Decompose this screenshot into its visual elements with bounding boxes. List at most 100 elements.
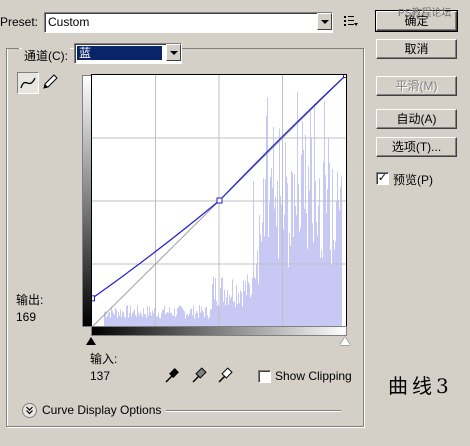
histogram-bar <box>227 289 228 327</box>
curve-control-point[interactable] <box>92 295 95 302</box>
pencil-icon[interactable] <box>41 73 59 94</box>
preset-select[interactable]: Custom <box>44 12 333 33</box>
histogram-bar <box>275 196 276 327</box>
histogram-bar <box>320 257 321 327</box>
histogram-bar <box>222 277 223 327</box>
histogram-bar <box>283 229 284 327</box>
histogram-bar <box>271 168 272 327</box>
histogram-bar <box>261 241 262 327</box>
histogram-bar <box>158 312 159 327</box>
preset-dropdown-button[interactable] <box>317 13 332 30</box>
histogram-bar <box>328 137 329 327</box>
histogram-bar <box>190 309 191 327</box>
histogram-bar <box>244 291 245 327</box>
histogram-bar <box>254 277 255 327</box>
histogram-bar <box>154 308 155 327</box>
smooth-button[interactable]: 平滑(M) <box>376 76 457 96</box>
histogram-bar <box>232 279 233 327</box>
histogram-bar <box>247 274 248 327</box>
white-point-slider[interactable] <box>340 337 350 345</box>
histogram-bar <box>236 285 237 327</box>
histogram-bar <box>152 310 153 327</box>
input-value[interactable]: 137 <box>90 369 110 383</box>
histogram-bar <box>329 162 330 327</box>
preset-options-icon[interactable] <box>344 15 358 30</box>
black-eyedropper-icon[interactable] <box>164 366 180 384</box>
histogram-bar <box>304 208 305 327</box>
histogram-bar <box>199 305 200 327</box>
histogram-bar <box>287 183 288 327</box>
curve-point-icon[interactable] <box>17 72 39 94</box>
histogram-bar <box>203 312 204 327</box>
channel-select[interactable]: 蓝 <box>74 43 182 64</box>
curve-control-point[interactable] <box>343 75 347 78</box>
histogram-bar <box>138 312 139 327</box>
histogram-bar <box>313 242 314 327</box>
histogram-bar <box>189 313 190 327</box>
white-eyedropper-icon[interactable] <box>217 366 233 384</box>
histogram-bar <box>206 306 207 327</box>
preview-checkbox[interactable]: ✓ <box>376 172 389 185</box>
watermark-top: PS教程论坛 <box>398 8 452 19</box>
channel-value: 蓝 <box>77 46 162 60</box>
histogram-bar <box>321 249 322 327</box>
histogram-bar <box>292 172 293 327</box>
histogram-bar <box>179 305 180 327</box>
histogram-bar <box>248 281 249 327</box>
histogram-bar <box>260 234 261 327</box>
expand-chevron-icon[interactable] <box>22 403 37 418</box>
histogram-bar <box>224 289 225 327</box>
histogram-bar <box>272 187 273 327</box>
histogram-bar <box>205 307 206 327</box>
histogram-bar <box>180 306 181 327</box>
caption-text: 曲线3 <box>388 374 453 398</box>
histogram-bar <box>181 306 182 327</box>
histogram-bar <box>252 277 253 327</box>
histogram-bar <box>325 175 326 327</box>
histogram-bar <box>331 264 332 327</box>
histogram-bar <box>314 103 315 327</box>
gray-eyedropper-icon[interactable] <box>191 366 207 384</box>
histogram-bar <box>225 305 226 327</box>
input-gradient-bar <box>91 326 347 336</box>
cancel-button[interactable]: 取消 <box>376 39 457 59</box>
histogram-bar <box>302 121 303 327</box>
histogram-bar <box>341 176 342 327</box>
histogram-bar <box>303 149 304 327</box>
histogram-bar <box>167 312 168 327</box>
histogram-bar <box>130 305 131 327</box>
histogram-bar <box>269 202 270 327</box>
histogram-bar <box>196 310 197 327</box>
histogram-bar <box>310 109 311 327</box>
histogram-bar <box>327 189 328 327</box>
histogram-bar <box>184 311 185 327</box>
show-clipping-checkbox[interactable] <box>258 370 271 383</box>
histogram-bar <box>217 305 218 327</box>
histogram-bar <box>239 303 240 327</box>
histogram-bar <box>113 313 114 327</box>
curve-control-point[interactable] <box>216 197 223 204</box>
histogram-bar <box>234 301 235 327</box>
histogram-bar <box>278 258 279 327</box>
histogram-bar <box>140 311 141 327</box>
curve-graph[interactable] <box>91 74 347 328</box>
output-value[interactable]: 169 <box>16 310 36 324</box>
channel-dropdown-button[interactable] <box>166 44 181 61</box>
histogram-bar <box>197 312 198 327</box>
histogram-bar <box>285 142 286 327</box>
histogram-bar <box>276 226 277 327</box>
histogram-bar <box>306 213 307 327</box>
histogram-bar <box>274 208 275 327</box>
histogram <box>104 91 342 327</box>
histogram-bar <box>253 181 254 327</box>
black-point-slider[interactable] <box>86 337 96 345</box>
auto-button[interactable]: 自动(A) <box>376 109 457 129</box>
histogram-bar <box>277 181 278 327</box>
histogram-bar <box>315 180 316 327</box>
histogram-bar <box>170 312 171 327</box>
curve-display-options-label[interactable]: Curve Display Options <box>42 403 161 417</box>
histogram-bar <box>242 306 243 327</box>
histogram-bar <box>228 304 229 327</box>
histogram-bar <box>311 137 312 327</box>
options-button[interactable]: 选项(T)... <box>376 137 457 157</box>
